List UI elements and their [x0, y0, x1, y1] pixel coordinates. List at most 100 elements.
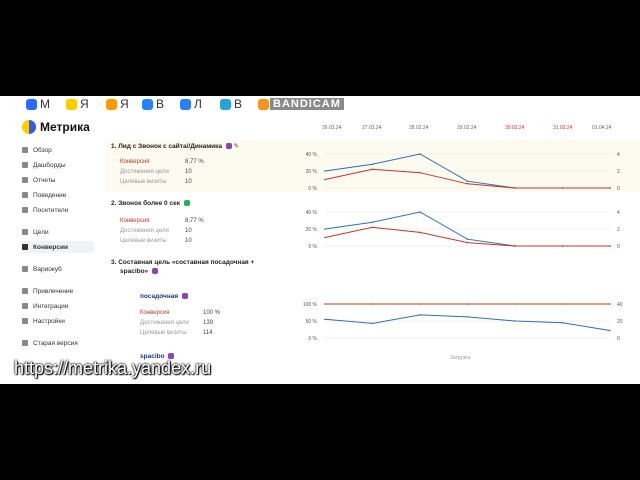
data-point: [561, 321, 564, 324]
y-tick-left: 20 %: [306, 169, 318, 175]
bookmark-item[interactable]: В: [142, 96, 164, 112]
y-tick-left: 0 %: [308, 244, 317, 250]
sidebar-item-label: Настройки: [33, 317, 65, 325]
sidebar-item-label: Интеграции: [33, 302, 69, 310]
bookmark-label: Я: [120, 97, 129, 111]
data-point: [324, 236, 326, 239]
data-point: [324, 303, 326, 305]
y-tick-left: 40 %: [306, 152, 318, 158]
reports-icon: [22, 177, 28, 183]
data-point: [514, 187, 516, 189]
metrika-logo-icon: [22, 120, 36, 134]
bookmark-item[interactable]: Я: [106, 96, 129, 112]
variocube-icon: [22, 266, 28, 272]
sidebar-item-label: Привлечение: [33, 287, 74, 295]
data-point: [419, 314, 421, 316]
y-tick-right: 4: [617, 210, 620, 216]
conversions-icon: [22, 244, 28, 250]
data-point: [514, 245, 516, 247]
bookmark-label: Л: [194, 97, 202, 111]
data-point: [609, 329, 611, 332]
data-point: [324, 178, 326, 181]
sidebar-item-conversions[interactable]: Конверсии: [22, 241, 94, 253]
y-tick-left: 50 %: [306, 319, 318, 325]
y-tick-left: 40 %: [306, 210, 318, 216]
sidebar-item-reports[interactable]: Отчеты: [22, 174, 94, 186]
vk-icon: [180, 98, 191, 110]
sidebar-item-label: Дашборды: [33, 161, 66, 169]
bookmark-label: М: [40, 97, 50, 111]
metrika-logo[interactable]: Метрика: [22, 120, 90, 134]
data-point: [466, 180, 469, 182]
telegram-icon: [220, 98, 231, 110]
data-point: [561, 187, 564, 189]
bookmark-item[interactable]: Я: [66, 96, 89, 112]
yandex-mail-icon: [106, 98, 117, 110]
yandex-icon: [66, 98, 77, 110]
data-point: [324, 170, 326, 172]
sidebar-item-overview[interactable]: Обзор: [22, 144, 94, 156]
sidebar-item-goals[interactable]: Цели: [22, 226, 94, 238]
acquisition-icon: [22, 288, 28, 294]
series-line: [324, 168, 610, 189]
app-name: Метрика: [40, 120, 90, 134]
sidebar-item-visitors[interactable]: Посетители: [22, 204, 94, 216]
sidebar-item-dashboards[interactable]: Дашборды: [22, 159, 94, 171]
data-point: [609, 187, 611, 189]
data-point: [371, 303, 374, 305]
bookmark-item[interactable]: М: [26, 96, 50, 112]
data-point: [466, 182, 469, 185]
overview-icon: [22, 147, 28, 153]
data-point: [609, 245, 611, 247]
bookmark-label: В: [234, 97, 243, 111]
sidebar-item-integrations[interactable]: Интеграции: [22, 300, 94, 312]
sidebar-item-settings[interactable]: Настройки: [22, 315, 94, 327]
data-point: [466, 238, 469, 240]
old-version-icon: [22, 340, 28, 346]
data-point: [371, 163, 374, 165]
y-tick-right: 40: [617, 302, 623, 308]
data-point: [514, 320, 516, 322]
sidebar-item-label: Отчеты: [33, 176, 56, 184]
sidebar-item-label: Поведение: [33, 191, 67, 199]
sidebar-item-label: Цели: [33, 228, 49, 236]
browser-window: М Я Я В Л В А BANDICAM Метрика Обзор Даш…: [0, 96, 640, 384]
bookmark-item[interactable]: В: [220, 96, 242, 112]
data-point: [466, 316, 469, 318]
data-point: [514, 303, 516, 305]
conversions-report: 26.03.24 27.03.24 28.03.24 29.03.24 30.0…: [105, 112, 640, 384]
data-point: [371, 226, 374, 229]
data-point: [609, 303, 611, 305]
data-point: [419, 211, 421, 213]
y-tick-left: 0 %: [308, 336, 317, 342]
sidebar-item-old-version[interactable]: Старая версия: [22, 337, 94, 349]
sidebar-item-variocube[interactable]: Вариокуб: [22, 263, 94, 275]
y-tick-left: 0 %: [308, 186, 317, 192]
y-tick-right: 2: [617, 169, 620, 175]
sidebar-item-label: Посетители: [33, 206, 69, 214]
y-tick-right: 0: [617, 244, 620, 250]
y-tick-left: 20 %: [306, 227, 318, 233]
sidebar-item-label: Конверсии: [33, 243, 68, 251]
data-point: [466, 303, 469, 305]
bookmark-item[interactable]: Л: [180, 96, 202, 112]
data-point: [324, 318, 326, 321]
data-point: [561, 245, 564, 247]
sidebar-item-acquisition[interactable]: Привлечение: [22, 285, 94, 297]
integrations-icon: [22, 303, 28, 309]
dashboards-icon: [22, 162, 28, 168]
data-point: [371, 221, 374, 223]
sidebar-item-label: Старая версия: [33, 339, 78, 347]
sidebar-item-behavior[interactable]: Поведение: [22, 189, 94, 201]
data-point: [419, 171, 421, 174]
visitors-icon: [22, 207, 28, 213]
data-point: [371, 168, 374, 171]
sidebar-item-label: Обзор: [33, 146, 52, 154]
data-point: [324, 228, 326, 230]
data-point: [419, 303, 421, 305]
bookmark-label: В: [156, 97, 165, 111]
data-point: [419, 153, 421, 155]
data-point: [466, 241, 469, 244]
vk-icon: [142, 98, 153, 110]
sidebar: Метрика Обзор Дашборды Отчеты Поведение …: [14, 112, 96, 384]
